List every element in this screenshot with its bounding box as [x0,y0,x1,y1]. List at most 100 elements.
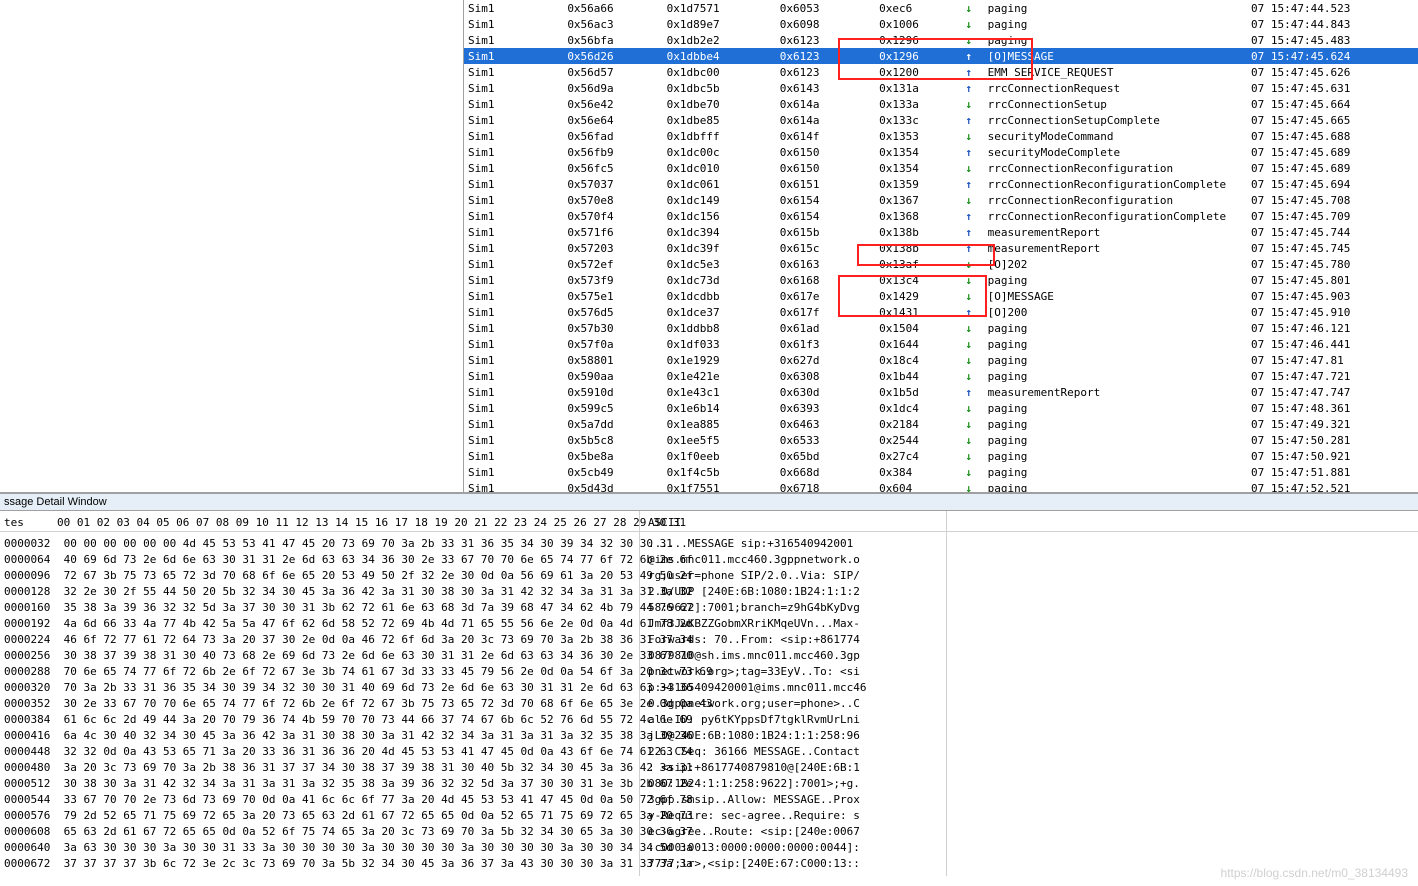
table-row[interactable]: Sim10x5910d0x1e43c10x630d0x1b5d↑measurem… [464,384,1418,400]
top-split: Sim10x56a660x1d75710x60530xec6↓paging07 … [0,0,1418,493]
cell-col3: 0x6463 [776,416,875,432]
direction-arrow-icon: ↑ [954,176,984,192]
table-row[interactable]: Sim10x5d43d0x1f75510x67180x604↓paging07 … [464,480,1418,492]
cell-timestamp: 07 15:47:48.361 [1247,400,1418,416]
cell-message: [O]MESSAGE [984,48,1247,64]
direction-arrow-icon: ↑ [954,48,984,64]
table-row[interactable]: Sim10x590aa0x1e421e0x63080x1b44↓paging07… [464,368,1418,384]
table-row[interactable]: Sim10x573f90x1dc73d0x61680x13c4↓paging07… [464,272,1418,288]
cell-timestamp: 07 15:47:45.631 [1247,80,1418,96]
table-row[interactable]: Sim10x56ac30x1d89e70x60980x1006↓paging07… [464,16,1418,32]
cell-col3: 0x668d [776,464,875,480]
detail-window-title: ssage Detail Window [0,493,1418,511]
table-row[interactable]: Sim10x570e80x1dc1490x61540x1367↓rrcConne… [464,192,1418,208]
cell-col3: 0x6154 [776,192,875,208]
watermark: https://blog.csdn.net/m0_38134493 [1221,866,1408,880]
message-list-pane[interactable]: Sim10x56a660x1d75710x60530xec6↓paging07 … [464,0,1418,492]
table-row[interactable]: Sim10x56d9a0x1dbc5b0x61430x131a↑rrcConne… [464,80,1418,96]
cell-col1: 0x570f4 [563,208,662,224]
cell-message: paging [984,16,1247,32]
cell-sim: Sim1 [464,256,563,272]
cell-col3: 0x6143 [776,80,875,96]
cell-message: rrcConnectionReconfigurationComplete [984,176,1247,192]
cell-col3: 0x6168 [776,272,875,288]
table-row[interactable]: Sim10x57f0a0x1df0330x61f30x1644↓paging07… [464,336,1418,352]
direction-arrow-icon: ↓ [954,336,984,352]
table-row[interactable]: Sim10x575e10x1dcdbb0x617e0x1429↓[O]MESSA… [464,288,1418,304]
cell-col3: 0x614a [776,112,875,128]
table-row[interactable]: Sim10x56d260x1dbbe40x61230x1296↑[O]MESSA… [464,48,1418,64]
cell-col4: 0x604 [875,480,954,492]
cell-col1: 0x56a66 [563,0,662,16]
table-row[interactable]: Sim10x570370x1dc0610x61510x1359↑rrcConne… [464,176,1418,192]
table-row[interactable]: Sim10x572030x1dc39f0x615c0x138b↑measurem… [464,240,1418,256]
table-row[interactable]: Sim10x576d50x1dce370x617f0x1431↑[O]20007… [464,304,1418,320]
cell-message: paging [984,416,1247,432]
cell-col4: 0x1354 [875,144,954,160]
hex-header-row: tes 00 01 02 03 04 05 06 07 08 09 10 11 … [0,511,1418,532]
left-empty-pane [0,0,464,492]
cell-timestamp: 07 15:47:47.81 [1247,352,1418,368]
cell-message: measurementReport [984,224,1247,240]
table-row[interactable]: Sim10x5cb490x1f4c5b0x668d0x384↓paging07 … [464,464,1418,480]
cell-col2: 0x1dcdbb [663,288,776,304]
table-row[interactable]: Sim10x599c50x1e6b140x63930x1dc4↓paging07… [464,400,1418,416]
table-row[interactable]: Sim10x56fb90x1dc00c0x61500x1354↑security… [464,144,1418,160]
table-row[interactable]: Sim10x56fc50x1dc0100x61500x1354↓rrcConne… [464,160,1418,176]
direction-arrow-icon: ↓ [954,288,984,304]
ascii-pane[interactable]: ......MESSAGE sip:+316540942001 @ims.mnc… [640,532,947,876]
cell-message: securityModeCommand [984,128,1247,144]
cell-message: rrcConnectionReconfiguration [984,160,1247,176]
message-table[interactable]: Sim10x56a660x1d75710x60530xec6↓paging07 … [464,0,1418,492]
cell-sim: Sim1 [464,288,563,304]
cell-col4: 0x1359 [875,176,954,192]
cell-col2: 0x1dc156 [663,208,776,224]
cell-col2: 0x1e421e [663,368,776,384]
direction-arrow-icon: ↑ [954,112,984,128]
table-row[interactable]: Sim10x56e420x1dbe700x614a0x133a↓rrcConne… [464,96,1418,112]
cell-col2: 0x1df033 [663,336,776,352]
cell-col4: 0x27c4 [875,448,954,464]
cell-col1: 0x56d9a [563,80,662,96]
cell-message: rrcConnectionReconfigurationComplete [984,208,1247,224]
cell-col4: 0x13af [875,256,954,272]
direction-arrow-icon: ↓ [954,96,984,112]
table-row[interactable]: Sim10x588010x1e19290x627d0x18c4↓paging07… [464,352,1418,368]
table-row[interactable]: Sim10x572ef0x1dc5e30x61630x13af↓[O]20207… [464,256,1418,272]
cell-col1: 0x57037 [563,176,662,192]
cell-timestamp: 07 15:47:52.521 [1247,480,1418,492]
table-row[interactable]: Sim10x57b300x1ddbb80x61ad0x1504↓paging07… [464,320,1418,336]
cell-timestamp: 07 15:47:45.624 [1247,48,1418,64]
cell-col1: 0x57f0a [563,336,662,352]
cell-col4: 0x131a [875,80,954,96]
cell-message: rrcConnectionSetupComplete [984,112,1247,128]
table-row[interactable]: Sim10x56fad0x1dbfff0x614f0x1353↓security… [464,128,1418,144]
cell-message: securityModeComplete [984,144,1247,160]
table-row[interactable]: Sim10x56d570x1dbc000x61230x1200↑EMM_SERV… [464,64,1418,80]
cell-sim: Sim1 [464,112,563,128]
direction-arrow-icon: ↓ [954,192,984,208]
cell-col1: 0x56fc5 [563,160,662,176]
cell-col1: 0x56e64 [563,112,662,128]
direction-arrow-icon: ↓ [954,368,984,384]
table-row[interactable]: Sim10x56bfa0x1db2e20x61230x1296↓paging07… [464,32,1418,48]
table-row[interactable]: Sim10x56a660x1d75710x60530xec6↓paging07 … [464,0,1418,16]
cell-message: paging [984,464,1247,480]
cell-timestamp: 07 15:47:45.689 [1247,144,1418,160]
cell-sim: Sim1 [464,336,563,352]
table-row[interactable]: Sim10x5a7dd0x1ea8850x64630x2184↓paging07… [464,416,1418,432]
table-row[interactable]: Sim10x571f60x1dc3940x615b0x138b↑measurem… [464,224,1418,240]
cell-sim: Sim1 [464,400,563,416]
table-row[interactable]: Sim10x5b5c80x1ee5f50x65330x2544↓paging07… [464,432,1418,448]
cell-sim: Sim1 [464,0,563,16]
table-row[interactable]: Sim10x5be8a0x1f0eeb0x65bd0x27c4↓paging07… [464,448,1418,464]
hex-pane[interactable]: 0000032 00 00 00 00 00 00 4d 45 53 53 41… [0,532,640,876]
cell-col2: 0x1e6b14 [663,400,776,416]
cell-col2: 0x1f4c5b [663,464,776,480]
cell-col4: 0x2544 [875,432,954,448]
cell-col1: 0x56e42 [563,96,662,112]
table-row[interactable]: Sim10x56e640x1dbe850x614a0x133c↑rrcConne… [464,112,1418,128]
table-row[interactable]: Sim10x570f40x1dc1560x61540x1368↑rrcConne… [464,208,1418,224]
cell-col4: 0xec6 [875,0,954,16]
cell-timestamp: 07 15:47:46.441 [1247,336,1418,352]
